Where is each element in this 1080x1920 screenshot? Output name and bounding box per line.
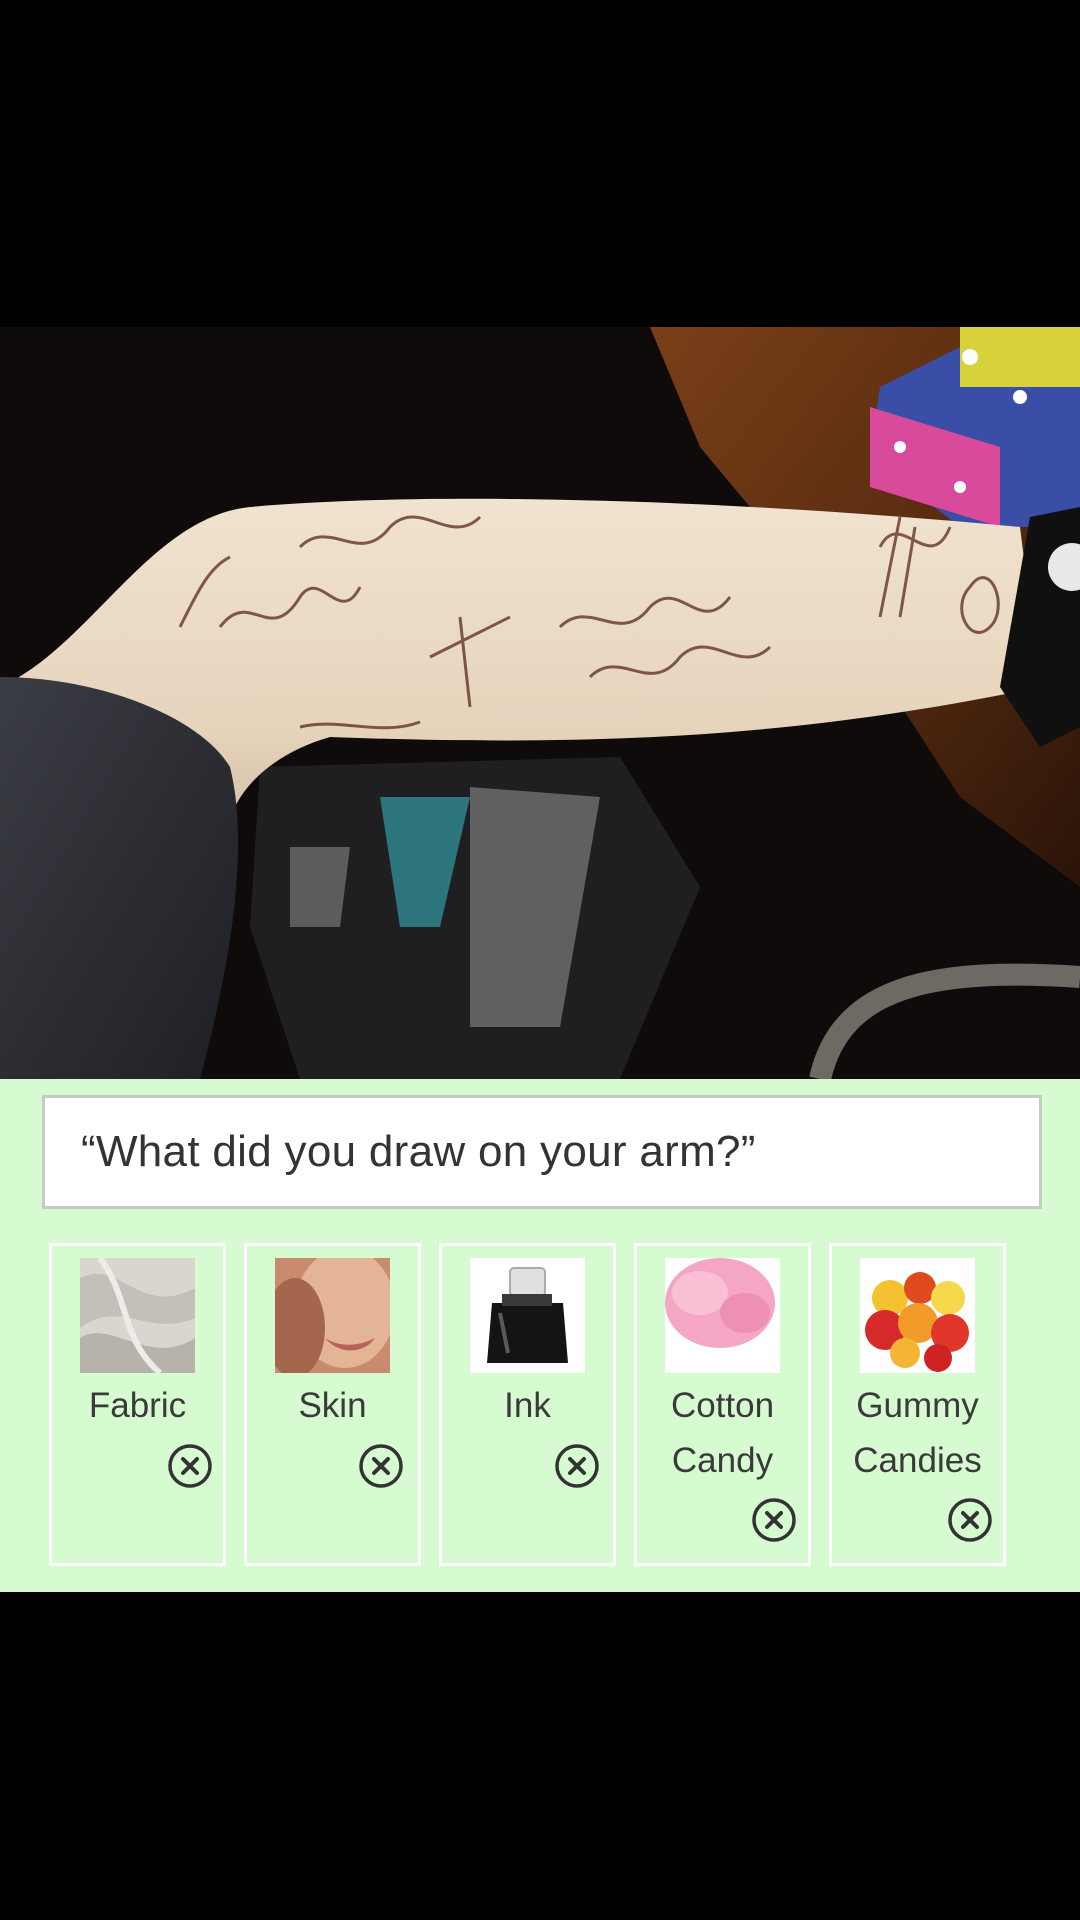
option-card-ink[interactable]: Ink (439, 1243, 616, 1566)
fabric-thumbnail (80, 1258, 195, 1373)
question-box: “What did you draw on your arm?” (42, 1095, 1042, 1209)
close-circle-icon[interactable] (751, 1497, 797, 1543)
ink-bottle-thumbnail (470, 1258, 585, 1373)
question-text: “What did you draw on your arm?” (81, 1127, 756, 1176)
arm-photo (0, 327, 1080, 1079)
option-label: Cotton Candy (670, 1386, 775, 1480)
option-label: Fabric (88, 1386, 187, 1425)
option-label: Ink (504, 1386, 551, 1425)
answer-panel: “What did you draw on your arm?” Fabric (0, 1079, 1080, 1592)
option-label: Gummy Candies (853, 1386, 982, 1480)
close-circle-icon[interactable] (947, 1497, 993, 1543)
close-circle-icon[interactable] (358, 1443, 404, 1489)
close-circle-icon[interactable] (167, 1443, 213, 1489)
close-circle-icon[interactable] (554, 1443, 600, 1489)
skin-thumbnail (275, 1258, 390, 1373)
option-card-cotton-candy[interactable]: Cotton Candy (634, 1243, 811, 1566)
option-label: Skin (298, 1386, 367, 1425)
option-card-gummy-candies[interactable]: Gummy Candies (829, 1243, 1006, 1566)
option-card-fabric[interactable]: Fabric (49, 1243, 226, 1566)
option-card-skin[interactable]: Skin (244, 1243, 421, 1566)
gummy-candies-thumbnail (860, 1258, 975, 1373)
cotton-candy-thumbnail (665, 1258, 780, 1373)
screen: “What did you draw on your arm?” Fabric (0, 0, 1080, 1920)
